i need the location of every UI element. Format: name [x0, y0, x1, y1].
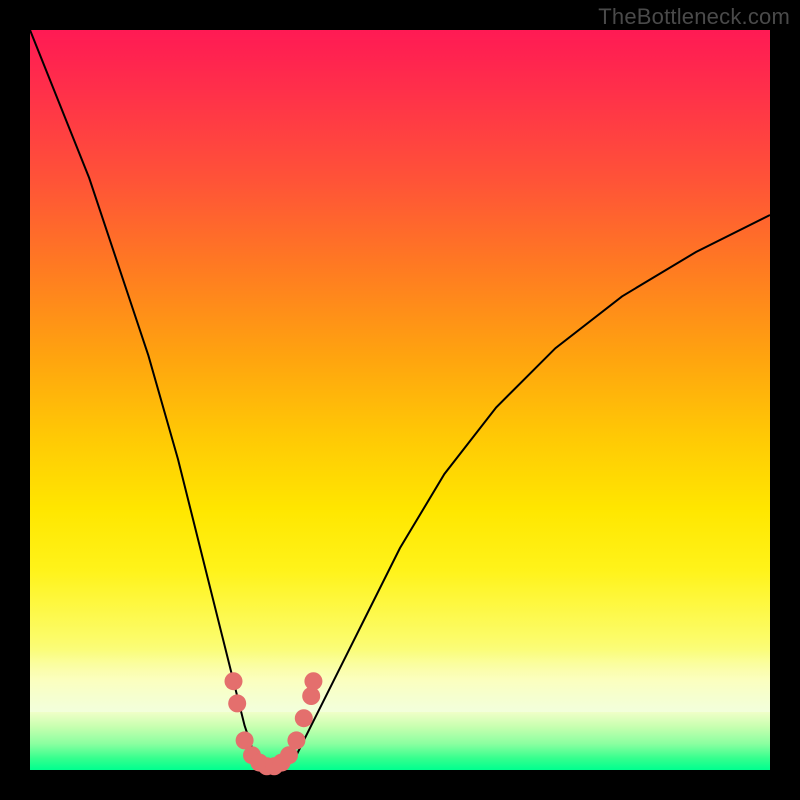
data-marker: [304, 672, 322, 690]
chart-frame: TheBottleneck.com: [0, 0, 800, 800]
plot-area: [30, 30, 770, 770]
data-marker: [295, 709, 313, 727]
data-marker: [287, 731, 305, 749]
data-marker: [225, 672, 243, 690]
right-branch-curve: [282, 215, 770, 768]
watermark-text: TheBottleneck.com: [598, 4, 790, 30]
curve-group: [30, 30, 770, 768]
data-marker: [228, 694, 246, 712]
left-branch-curve: [30, 30, 267, 768]
marker-group: [225, 672, 323, 775]
chart-svg: [30, 30, 770, 770]
